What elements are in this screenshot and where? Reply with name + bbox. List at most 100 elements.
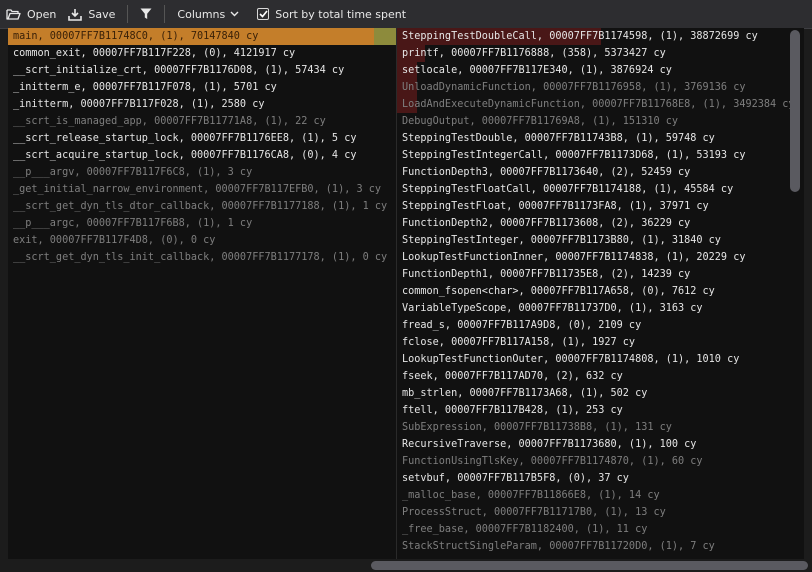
list-item[interactable]: common_exit, 00007FF7B117F228, (0), 4121… xyxy=(8,45,396,62)
list-item[interactable]: _initterm_e, 00007FF7B117F078, (1), 5701… xyxy=(8,79,396,96)
function-entry-label: SteppingTestFloatCall, 00007FF7B1174188,… xyxy=(402,184,734,195)
horizontal-scrollbar[interactable] xyxy=(371,561,808,570)
filter-icon xyxy=(140,8,152,19)
list-item[interactable]: printf, 00007FF7B1176888, (358), 5373427… xyxy=(397,45,804,62)
function-entry-label: mb_strlen, 00007FF7B1173A68, (1), 502 cy xyxy=(402,388,648,399)
sort-label: Sort by total time spent xyxy=(275,7,407,21)
function-entry-label: _initterm, 00007FF7B117F028, (1), 2580 c… xyxy=(13,99,265,110)
list-item[interactable]: SteppingTestFloatCall, 00007FF7B1174188,… xyxy=(397,181,804,198)
list-item[interactable]: __p___argv, 00007FF7B117F6C8, (1), 3 cy xyxy=(8,164,396,181)
function-entry-label: __p___argv, 00007FF7B117F6C8, (1), 3 cy xyxy=(13,167,253,178)
function-entry-label: setvbuf, 00007FF7B117B5F8, (0), 37 cy xyxy=(402,473,629,484)
function-entry-label: __scrt_get_dyn_tls_init_callback, 00007F… xyxy=(13,252,388,263)
list-item[interactable]: DebugOutput, 00007FF7B11769A8, (1), 1513… xyxy=(397,113,804,130)
callees-list[interactable]: SteppingTestDoubleCall, 00007FF7B1174598… xyxy=(397,28,804,559)
list-item[interactable]: __scrt_release_startup_lock, 00007FF7B11… xyxy=(8,130,396,147)
download-icon xyxy=(68,8,83,21)
function-entry-label: SteppingTestDouble, 00007FF7B11743B8, (1… xyxy=(402,133,715,144)
list-item[interactable]: mb_strlen, 00007FF7B1173A68, (1), 502 cy xyxy=(397,385,804,402)
toolbar-separator xyxy=(127,5,129,23)
function-entry-label: FunctionUsingTlsKey, 00007FF7B1174870, (… xyxy=(402,456,703,467)
vertical-scrollbar[interactable] xyxy=(790,30,800,192)
function-entry-label: VariableTypeScope, 00007FF7B11737D0, (1)… xyxy=(402,303,703,314)
list-item[interactable]: setvbuf, 00007FF7B117B5F8, (0), 37 cy xyxy=(397,470,804,487)
callers-list[interactable]: main, 00007FF7B11748C0, (1), 70147840 cy… xyxy=(8,28,396,559)
function-entry-label: SteppingTestIntegerCall, 00007FF7B1173D6… xyxy=(402,150,746,161)
checkbox-box[interactable] xyxy=(257,8,270,20)
function-entry-label: common_exit, 00007FF7B117F228, (0), 4121… xyxy=(13,48,296,59)
list-item[interactable]: UnloadDynamicFunction, 00007FF7B1176958,… xyxy=(397,79,804,96)
save-label: Save xyxy=(88,7,116,21)
list-item[interactable]: fclose, 00007FF7B117A158, (1), 1927 cy xyxy=(397,334,804,351)
function-entry-label: FunctionDepth1, 00007FF7B11735E8, (2), 1… xyxy=(402,269,691,280)
list-item[interactable]: fseek, 00007FF7B117AD70, (2), 632 cy xyxy=(397,368,804,385)
list-item[interactable]: LoadAndExecuteDynamicFunction, 00007FF7B… xyxy=(397,96,804,113)
function-entry-label: __scrt_get_dyn_tls_dtor_callback, 00007F… xyxy=(13,201,388,212)
list-item[interactable]: RecursiveTraverse, 00007FF7B1173680, (1)… xyxy=(397,436,804,453)
list-item[interactable]: VariableTypeScope, 00007FF7B11737D0, (1)… xyxy=(397,300,804,317)
list-item[interactable]: StackStructSingleParam, 00007FF7B11720D0… xyxy=(397,538,804,555)
function-entry-label: SubExpression, 00007FF7B11738B8, (1), 13… xyxy=(402,422,672,433)
list-item[interactable]: __scrt_get_dyn_tls_init_callback, 00007F… xyxy=(8,249,396,266)
list-item[interactable]: SteppingTestFloat, 00007FF7B1173FA8, (1)… xyxy=(397,198,804,215)
list-item[interactable]: common_fsopen<char>, 00007FF7B117A658, (… xyxy=(397,283,804,300)
function-entry-label: SteppingTestInteger, 00007FF7B1173B80, (… xyxy=(402,235,721,246)
list-item[interactable]: setlocale, 00007FF7B117E340, (1), 387692… xyxy=(397,62,804,79)
list-item[interactable]: FunctionDepth2, 00007FF7B1173608, (2), 3… xyxy=(397,215,804,232)
list-item[interactable]: ProcessStruct, 00007FF7B11717B0, (1), 13… xyxy=(397,504,804,521)
function-entry-label: _initterm_e, 00007FF7B117F078, (1), 5701… xyxy=(13,82,277,93)
sort-by-total-time-checkbox[interactable]: Sort by total time spent xyxy=(251,3,412,25)
function-entry-label: __scrt_release_startup_lock, 00007FF7B11… xyxy=(13,133,357,144)
list-item[interactable]: SteppingTestIntegerCall, 00007FF7B1173D6… xyxy=(397,147,804,164)
function-entry-label: __scrt_initialize_crt, 00007FF7B1176D08,… xyxy=(13,65,345,76)
list-item[interactable]: SteppingTestDouble, 00007FF7B11743B8, (1… xyxy=(397,130,804,147)
function-entry-label: FunctionDepth3, 00007FF7B1173640, (2), 5… xyxy=(402,167,691,178)
save-button[interactable]: Save xyxy=(62,3,121,25)
function-entry-label: _free_base, 00007FF7B1182400, (1), 11 cy xyxy=(402,524,648,535)
list-item[interactable]: SteppingTestInteger, 00007FF7B1173B80, (… xyxy=(397,232,804,249)
list-item[interactable]: __scrt_is_managed_app, 00007FF7B11771A8,… xyxy=(8,113,396,130)
open-button[interactable]: Open xyxy=(0,3,62,25)
list-item[interactable]: FunctionUsingTlsKey, 00007FF7B1174870, (… xyxy=(397,453,804,470)
open-label: Open xyxy=(27,7,57,21)
list-item[interactable]: FunctionDepth3, 00007FF7B1173640, (2), 5… xyxy=(397,164,804,181)
function-entry-label: setlocale, 00007FF7B117E340, (1), 387692… xyxy=(402,65,672,76)
list-item[interactable]: FunctionDepth1, 00007FF7B11735E8, (2), 1… xyxy=(397,266,804,283)
list-item[interactable]: LookupTestFunctionOuter, 00007FF7B117480… xyxy=(397,351,804,368)
checkmark-icon xyxy=(259,10,268,18)
chevron-down-icon xyxy=(230,11,239,17)
function-entry-label: _malloc_base, 00007FF7B11866E8, (1), 14 … xyxy=(402,490,660,501)
function-entry-label: fclose, 00007FF7B117A158, (1), 1927 cy xyxy=(402,337,636,348)
list-item[interactable]: exit, 00007FF7B117F4D8, (0), 0 cy xyxy=(8,232,396,249)
filter-button[interactable] xyxy=(134,3,158,25)
list-item[interactable]: __p___argc, 00007FF7B117F6B8, (1), 1 cy xyxy=(8,215,396,232)
list-item[interactable]: fread_s, 00007FF7B117A9D8, (0), 2109 cy xyxy=(397,317,804,334)
function-entry-label: LookupTestFunctionOuter, 00007FF7B117480… xyxy=(402,354,740,365)
function-entry-label: main, 00007FF7B11748C0, (1), 70147840 cy xyxy=(13,31,259,42)
list-item[interactable]: SubExpression, 00007FF7B11738B8, (1), 13… xyxy=(397,419,804,436)
list-item[interactable]: __scrt_initialize_crt, 00007FF7B1176D08,… xyxy=(8,62,396,79)
list-item[interactable]: _initterm, 00007FF7B117F028, (1), 2580 c… xyxy=(8,96,396,113)
function-entry-label: RecursiveTraverse, 00007FF7B1173680, (1)… xyxy=(402,439,697,450)
list-item[interactable]: __scrt_acquire_startup_lock, 00007FF7B11… xyxy=(8,147,396,164)
selection-tail xyxy=(374,28,396,45)
function-entry-label: fseek, 00007FF7B117AD70, (2), 632 cy xyxy=(402,371,623,382)
list-item[interactable]: ftell, 00007FF7B117B428, (1), 253 cy xyxy=(397,402,804,419)
function-entry-label: SteppingTestDoubleCall, 00007FF7B1174598… xyxy=(402,31,758,42)
list-item[interactable]: _malloc_base, 00007FF7B11866E8, (1), 14 … xyxy=(397,487,804,504)
list-item-selected[interactable]: main, 00007FF7B11748C0, (1), 70147840 cy xyxy=(8,28,396,45)
function-entry-label: printf, 00007FF7B1176888, (358), 5373427… xyxy=(402,48,666,59)
list-item[interactable]: LookupTestFunctionInner, 00007FF7B117483… xyxy=(397,249,804,266)
columns-dropdown[interactable]: Columns xyxy=(171,3,251,25)
function-entry-label: SteppingTestFloat, 00007FF7B1173FA8, (1)… xyxy=(402,201,709,212)
function-entry-label: __scrt_is_managed_app, 00007FF7B11771A8,… xyxy=(13,116,326,127)
columns-label: Columns xyxy=(177,7,226,21)
function-entry-label: LookupTestFunctionInner, 00007FF7B117483… xyxy=(402,252,746,263)
list-item[interactable]: _free_base, 00007FF7B1182400, (1), 11 cy xyxy=(397,521,804,538)
function-entry-label: StackStructSingleParam, 00007FF7B11720D0… xyxy=(402,541,715,552)
list-item[interactable]: __scrt_get_dyn_tls_dtor_callback, 00007F… xyxy=(8,198,396,215)
function-entry-label: LoadAndExecuteDynamicFunction, 00007FF7B… xyxy=(402,99,795,110)
list-item[interactable]: SteppingTestDoubleCall, 00007FF7B1174598… xyxy=(397,28,804,45)
list-item[interactable]: _get_initial_narrow_environment, 00007FF… xyxy=(8,181,396,198)
function-entry-label: _get_initial_narrow_environment, 00007FF… xyxy=(13,184,382,195)
